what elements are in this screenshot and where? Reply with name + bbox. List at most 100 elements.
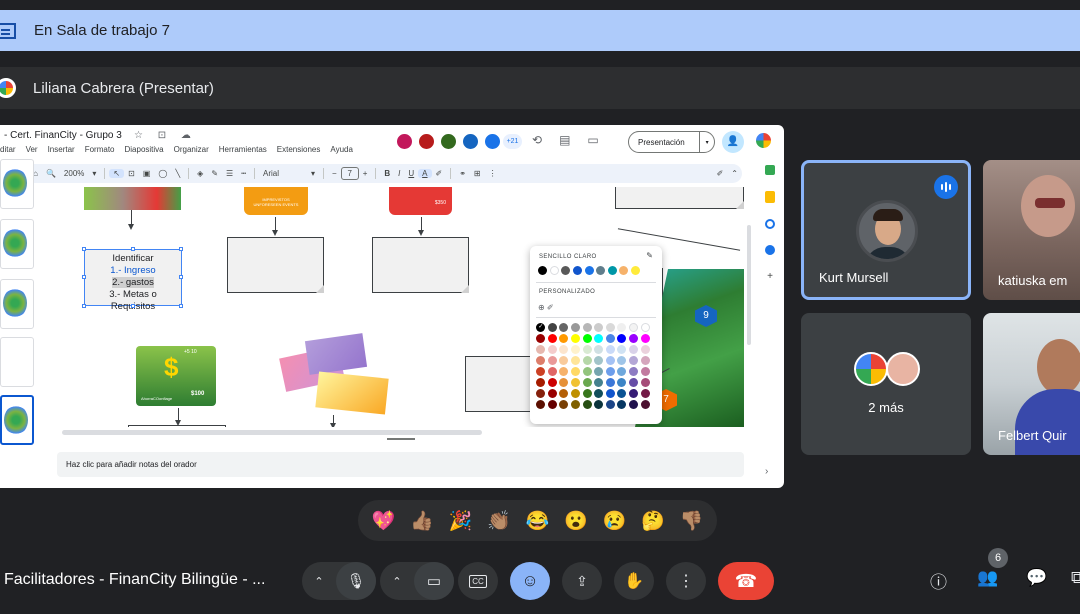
color-swatch[interactable]: [571, 367, 581, 376]
color-swatch[interactable]: [617, 334, 627, 343]
participant-tile[interactable]: Felbert Quir: [983, 313, 1080, 455]
more-options-button[interactable]: ⋮: [666, 562, 706, 600]
color-swatch[interactable]: [629, 367, 639, 376]
color-swatch[interactable]: [605, 323, 615, 332]
history-icon[interactable]: ⟲: [532, 133, 542, 147]
color-swatch[interactable]: [536, 367, 546, 376]
activities-icon[interactable]: ⧉: [1071, 568, 1080, 588]
color-swatch[interactable]: [619, 266, 629, 275]
chevron-down-icon[interactable]: ▾: [88, 169, 100, 178]
reaction-laugh[interactable]: 😂: [526, 509, 550, 533]
color-swatch[interactable]: [571, 334, 581, 343]
slide-thumbnail[interactable]: [0, 159, 34, 209]
color-swatch[interactable]: [594, 378, 604, 387]
menu-arrange[interactable]: Organizar: [174, 145, 209, 154]
menu-help[interactable]: Ayuda: [330, 145, 353, 154]
color-swatch[interactable]: [559, 378, 569, 387]
reaction-thumbs-up[interactable]: 👍🏽: [410, 509, 434, 533]
text-color-icon[interactable]: A: [418, 169, 432, 178]
color-swatch[interactable]: [547, 356, 557, 365]
color-swatch[interactable]: [617, 389, 627, 398]
resize-handle[interactable]: [131, 247, 135, 251]
fill-color-icon[interactable]: ◈: [193, 169, 207, 178]
menu-view[interactable]: Ver: [26, 145, 38, 154]
resize-handle[interactable]: [82, 275, 86, 279]
color-swatch[interactable]: [594, 323, 604, 332]
color-swatch[interactable]: [571, 345, 581, 354]
color-swatch[interactable]: [547, 400, 557, 409]
font-size-input[interactable]: 7: [340, 167, 359, 180]
gemini-icon[interactable]: [756, 133, 771, 148]
raise-hand-button[interactable]: ✋: [614, 562, 654, 600]
color-swatch[interactable]: [559, 334, 569, 343]
color-swatch[interactable]: [571, 400, 581, 409]
reaction-clap[interactable]: 👏🏽: [487, 509, 511, 533]
collaborator-avatar[interactable]: [417, 132, 436, 151]
reaction-party[interactable]: 🎉: [449, 509, 473, 533]
tasks-icon[interactable]: [765, 219, 775, 229]
color-swatch[interactable]: [561, 266, 571, 275]
color-swatch[interactable]: [629, 389, 639, 398]
meet-icon[interactable]: ▭: [587, 133, 598, 147]
font-size-increase[interactable]: +: [359, 169, 372, 178]
color-swatch[interactable]: [617, 378, 627, 387]
sheets-icon[interactable]: [765, 165, 775, 175]
color-swatch[interactable]: [582, 334, 592, 343]
collaborator-avatar[interactable]: [483, 132, 502, 151]
color-swatch[interactable]: [605, 389, 615, 398]
zoom-select[interactable]: 200%: [60, 169, 88, 178]
selected-textbox[interactable]: Identificar 1.- Ingreso 2.- gastos 3.- M…: [84, 249, 182, 312]
bill-image[interactable]: [315, 371, 389, 415]
participant-tile[interactable]: 2 más: [801, 313, 971, 455]
chevron-down-icon[interactable]: ▾: [699, 132, 714, 152]
resize-handle[interactable]: [82, 247, 86, 251]
color-swatch[interactable]: [594, 367, 604, 376]
color-swatch[interactable]: [640, 323, 650, 332]
unforeseen-events-card[interactable]: IMPREVISTOS UNFORESEEN EVENTS: [244, 187, 308, 215]
collaborator-avatar[interactable]: [395, 132, 414, 151]
color-swatch[interactable]: [582, 356, 592, 365]
color-swatch[interactable]: [605, 378, 615, 387]
select-tool-icon[interactable]: ↖: [109, 169, 125, 178]
reaction-thumbs-down[interactable]: 👎🏽: [680, 509, 704, 533]
meeting-details-icon[interactable]: ⓘ: [930, 568, 947, 593]
color-swatch[interactable]: [640, 345, 650, 354]
share-icon[interactable]: 👤: [722, 131, 744, 153]
color-swatch[interactable]: [536, 400, 546, 409]
color-swatch[interactable]: [571, 356, 581, 365]
color-swatch[interactable]: [559, 345, 569, 354]
chat-icon[interactable]: 💬: [1026, 568, 1047, 588]
bold-icon[interactable]: B: [380, 169, 394, 178]
color-swatch-selected[interactable]: ✓: [536, 323, 546, 332]
color-swatch[interactable]: [605, 356, 615, 365]
chevron-down-icon[interactable]: ▾: [307, 169, 319, 178]
title-icons[interactable]: ☆ ⊡ ☁: [134, 130, 197, 141]
color-swatch[interactable]: [582, 378, 592, 387]
edit-theme-icon[interactable]: ✎: [646, 251, 653, 260]
notes-drag-handle[interactable]: [387, 438, 415, 440]
menu-tools[interactable]: Herramientas: [219, 145, 267, 154]
color-swatch[interactable]: [617, 400, 627, 409]
captions-button[interactable]: CC: [458, 562, 498, 600]
highlight-icon[interactable]: ✐: [432, 169, 447, 178]
color-swatch[interactable]: [571, 378, 581, 387]
font-size-decrease[interactable]: −: [328, 169, 341, 178]
bill-image[interactable]: [304, 333, 368, 375]
doc-title[interactable]: - Cert. FinanCity - Grupo 3: [4, 130, 122, 141]
color-swatch[interactable]: [594, 400, 604, 409]
pen-icon[interactable]: ✐: [713, 169, 728, 178]
color-swatch[interactable]: [582, 323, 592, 332]
color-swatch[interactable]: [640, 367, 650, 376]
color-swatch[interactable]: [536, 356, 546, 365]
vertical-scrollbar[interactable]: [747, 225, 751, 345]
color-swatch[interactable]: [640, 378, 650, 387]
empty-note-box[interactable]: [128, 425, 226, 427]
comment-add-icon[interactable]: ⊞: [470, 169, 485, 178]
italic-icon[interactable]: I: [394, 169, 404, 178]
color-swatch[interactable]: [547, 334, 557, 343]
slide-thumbnail-selected[interactable]: [0, 395, 34, 445]
color-swatch[interactable]: [617, 345, 627, 354]
add-icon[interactable]: +: [767, 271, 773, 282]
menu-slide[interactable]: Diapositiva: [125, 145, 164, 154]
border-color-icon[interactable]: ✎: [207, 169, 222, 178]
